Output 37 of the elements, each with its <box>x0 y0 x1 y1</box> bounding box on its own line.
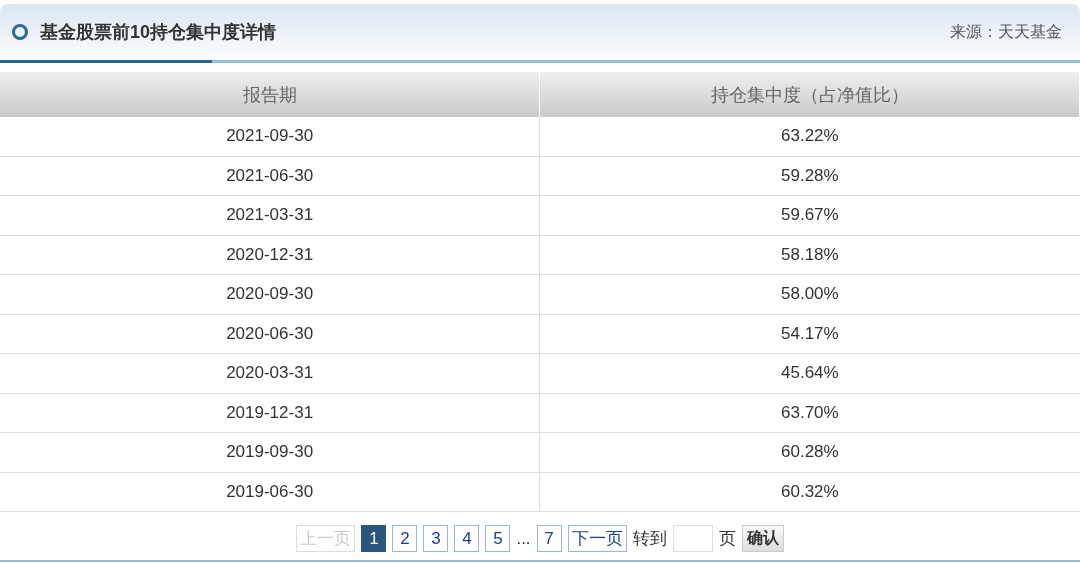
table-cell: 2020-03-31 <box>0 353 540 393</box>
page-button[interactable]: 1 <box>361 525 387 552</box>
table-cell: 63.70% <box>539 393 1080 433</box>
page-button[interactable]: 2 <box>392 525 418 552</box>
column-header: 报告期 <box>0 72 540 117</box>
page-button[interactable]: 5 <box>485 525 511 552</box>
table-cell: 2019-09-30 <box>0 432 540 472</box>
table-cell: 45.64% <box>539 353 1080 393</box>
table-cell: 2021-06-30 <box>0 156 540 196</box>
page-button[interactable]: 3 <box>423 525 449 552</box>
table-cell: 2020-09-30 <box>0 274 540 314</box>
table-cell: 2020-12-31 <box>0 235 540 275</box>
table-cell: 58.00% <box>539 274 1080 314</box>
table-cell: 60.32% <box>539 472 1080 512</box>
confirm-button[interactable]: 确认 <box>741 525 784 552</box>
table-cell: 59.28% <box>539 156 1080 196</box>
table-cell: 2021-09-30 <box>0 117 540 156</box>
page-jump-label: 页 <box>718 528 736 550</box>
page-button[interactable]: 7 <box>536 525 562 552</box>
circle-icon <box>12 24 28 40</box>
page-input-field[interactable] <box>672 525 713 552</box>
source-label: 来源：天天基金 <box>950 21 1062 42</box>
table-cell: 2021-03-31 <box>0 195 540 235</box>
page-jump-label: 转到 <box>632 528 667 550</box>
next-page-button[interactable]: 下一页 <box>567 525 627 552</box>
section-title: 基金股票前10持仓集中度详情 <box>40 21 277 44</box>
table-cell: 2020-06-30 <box>0 314 540 354</box>
table-cell: 59.67% <box>539 195 1080 235</box>
table-cell: 54.17% <box>539 314 1080 354</box>
table-cell: 60.28% <box>539 432 1080 472</box>
table-cell: 2019-06-30 <box>0 472 540 512</box>
ellipsis: ... <box>516 528 531 549</box>
page-button[interactable]: 4 <box>454 525 480 552</box>
column-header: 持仓集中度（占净值比） <box>539 72 1080 117</box>
table-cell: 63.22% <box>539 117 1080 156</box>
table-cell: 58.18% <box>539 235 1080 275</box>
table-cell: 2019-12-31 <box>0 393 540 433</box>
